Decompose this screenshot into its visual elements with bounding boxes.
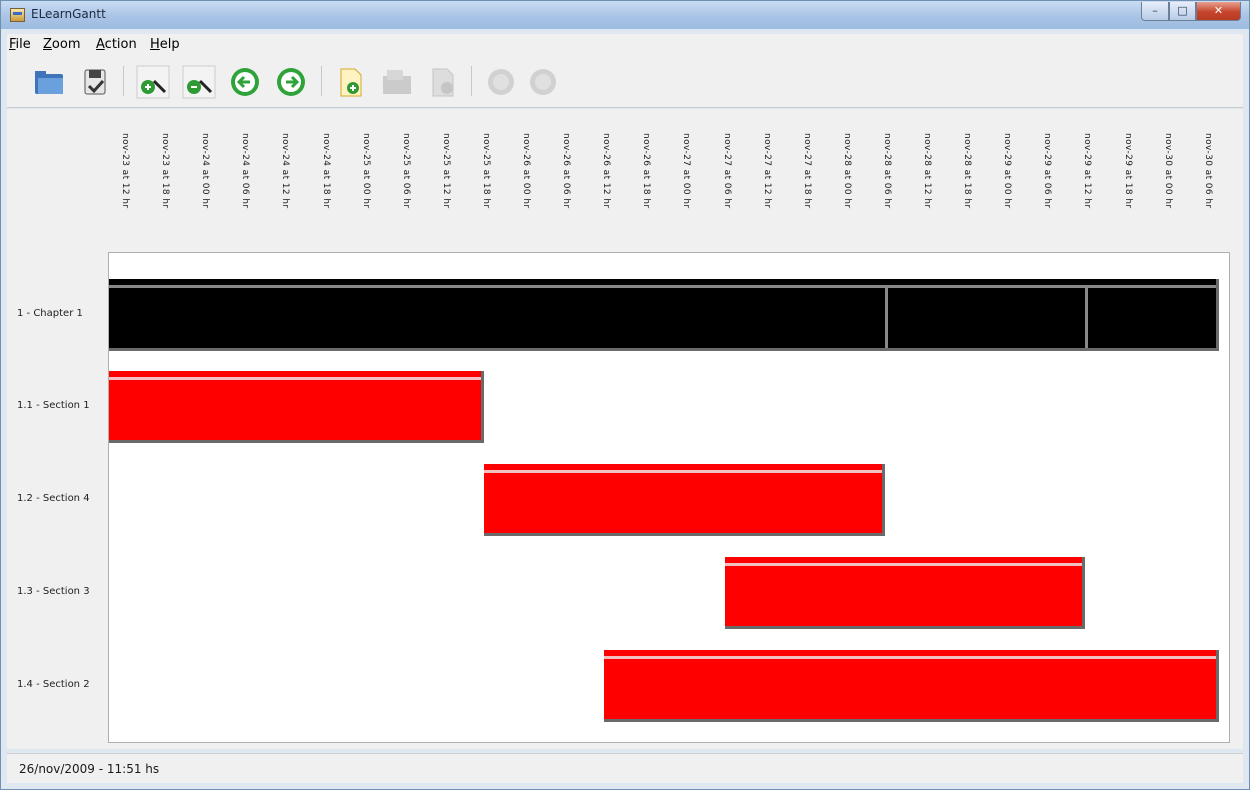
menu-action[interactable]: Action xyxy=(96,37,137,52)
document-save-button[interactable] xyxy=(425,64,461,100)
zoom-out-button[interactable] xyxy=(181,64,217,100)
open-document-button[interactable] xyxy=(379,64,415,100)
bar-highlight xyxy=(109,285,1216,288)
disabled-button-2[interactable] xyxy=(525,64,561,100)
time-tick: nov-26 at 12 hr xyxy=(601,133,612,209)
time-tick: nov-28 at 00 hr xyxy=(841,133,852,209)
minimize-button[interactable]: – xyxy=(1141,2,1169,21)
time-tick: nov-26 at 06 hr xyxy=(561,133,572,209)
title-bar[interactable]: ELearnGantt – □ ✕ xyxy=(1,1,1249,29)
time-tick: nov-29 at 06 hr xyxy=(1042,133,1053,209)
time-tick: nov-25 at 00 hr xyxy=(360,133,371,209)
time-tick: nov-30 at 06 hr xyxy=(1202,133,1213,209)
circle-icon xyxy=(530,69,556,95)
arrow-right-icon xyxy=(277,68,305,96)
task-label: 1 - Chapter 1 xyxy=(17,308,83,319)
task-label: 1.2 - Section 4 xyxy=(17,493,90,504)
bar-highlight xyxy=(724,563,1083,566)
time-tick: nov-29 at 18 hr xyxy=(1122,133,1133,209)
task-label: 1.1 - Section 1 xyxy=(17,400,90,411)
time-tick: nov-29 at 00 hr xyxy=(1002,133,1013,209)
time-tick: nov-27 at 18 hr xyxy=(801,133,812,209)
circle-icon xyxy=(488,69,514,95)
open-document-icon xyxy=(383,70,411,94)
zoom-in-icon xyxy=(136,65,170,99)
time-tick: nov-30 at 00 hr xyxy=(1162,133,1173,209)
time-tick: nov-25 at 18 hr xyxy=(480,133,491,209)
next-button[interactable] xyxy=(273,64,309,100)
section-bar[interactable] xyxy=(109,371,484,443)
time-tick: nov-27 at 06 hr xyxy=(721,133,732,209)
section-bar[interactable] xyxy=(604,650,1219,722)
zoom-out-icon xyxy=(182,65,216,99)
bar-divider xyxy=(1085,285,1089,348)
gantt-plot-area xyxy=(108,252,1230,743)
menu-file[interactable]: File xyxy=(9,37,31,52)
window-title: ELearnGantt xyxy=(31,7,106,21)
bar-divider xyxy=(884,285,888,348)
section-bar[interactable] xyxy=(724,557,1086,629)
close-button[interactable]: ✕ xyxy=(1196,2,1241,21)
new-document-button[interactable] xyxy=(333,64,369,100)
task-label: 1.4 - Section 2 xyxy=(17,679,90,690)
new-document-icon xyxy=(340,68,362,97)
gantt-chart: 1 - Chapter 1 1.1 - Section 1 1.2 - Sectio… xyxy=(7,109,1243,749)
time-tick: nov-23 at 18 hr xyxy=(160,133,171,209)
toolbar xyxy=(7,56,1243,108)
time-tick: nov-23 at 12 hr xyxy=(120,133,130,209)
time-tick: nov-27 at 12 hr xyxy=(761,133,772,209)
save-icon xyxy=(84,69,106,95)
time-tick: nov-25 at 12 hr xyxy=(440,133,451,209)
menu-bar: File Zoom Action Help xyxy=(7,34,1243,56)
document-save-icon xyxy=(432,68,454,97)
time-tick: nov-28 at 18 hr xyxy=(962,133,973,209)
chapter-bar[interactable] xyxy=(109,279,1219,351)
previous-button[interactable] xyxy=(227,64,263,100)
time-tick: nov-26 at 00 hr xyxy=(521,133,531,209)
time-tick: nov-24 at 18 hr xyxy=(320,133,331,209)
save-button[interactable] xyxy=(77,64,113,100)
menu-zoom[interactable]: Zoom xyxy=(43,37,80,52)
zoom-in-button[interactable] xyxy=(135,64,171,100)
time-tick: nov-24 at 00 hr xyxy=(200,133,211,209)
app-icon xyxy=(10,8,25,22)
arrow-left-icon xyxy=(231,68,259,96)
time-tick: nov-26 at 18 hr xyxy=(641,133,652,209)
open-button[interactable] xyxy=(31,64,67,100)
time-tick: nov-24 at 06 hr xyxy=(240,133,251,209)
disabled-button-1[interactable] xyxy=(483,64,519,100)
time-tick: nov-24 at 12 hr xyxy=(280,133,291,209)
time-tick: nov-29 at 12 hr xyxy=(1082,133,1093,209)
section-bar[interactable] xyxy=(483,464,885,536)
bar-highlight xyxy=(604,656,1216,659)
bar-highlight xyxy=(483,470,882,473)
menu-help[interactable]: Help xyxy=(150,37,180,52)
time-tick: nov-28 at 12 hr xyxy=(922,133,932,209)
time-tick: nov-25 at 06 hr xyxy=(400,133,411,209)
time-tick: nov-27 at 00 hr xyxy=(681,133,692,209)
open-folder-icon xyxy=(35,71,63,94)
bar-highlight xyxy=(109,377,481,380)
status-text: 26/nov/2009 - 11:51 hs xyxy=(19,762,160,776)
maximize-button[interactable]: □ xyxy=(1169,2,1196,21)
time-tick: nov-28 at 06 hr xyxy=(881,133,892,209)
app-window: ELearnGantt – □ ✕ File Zoom Action Help xyxy=(0,0,1250,790)
status-bar: 26/nov/2009 - 11:51 hs xyxy=(7,753,1243,783)
task-label: 1.3 - Section 3 xyxy=(17,586,90,597)
